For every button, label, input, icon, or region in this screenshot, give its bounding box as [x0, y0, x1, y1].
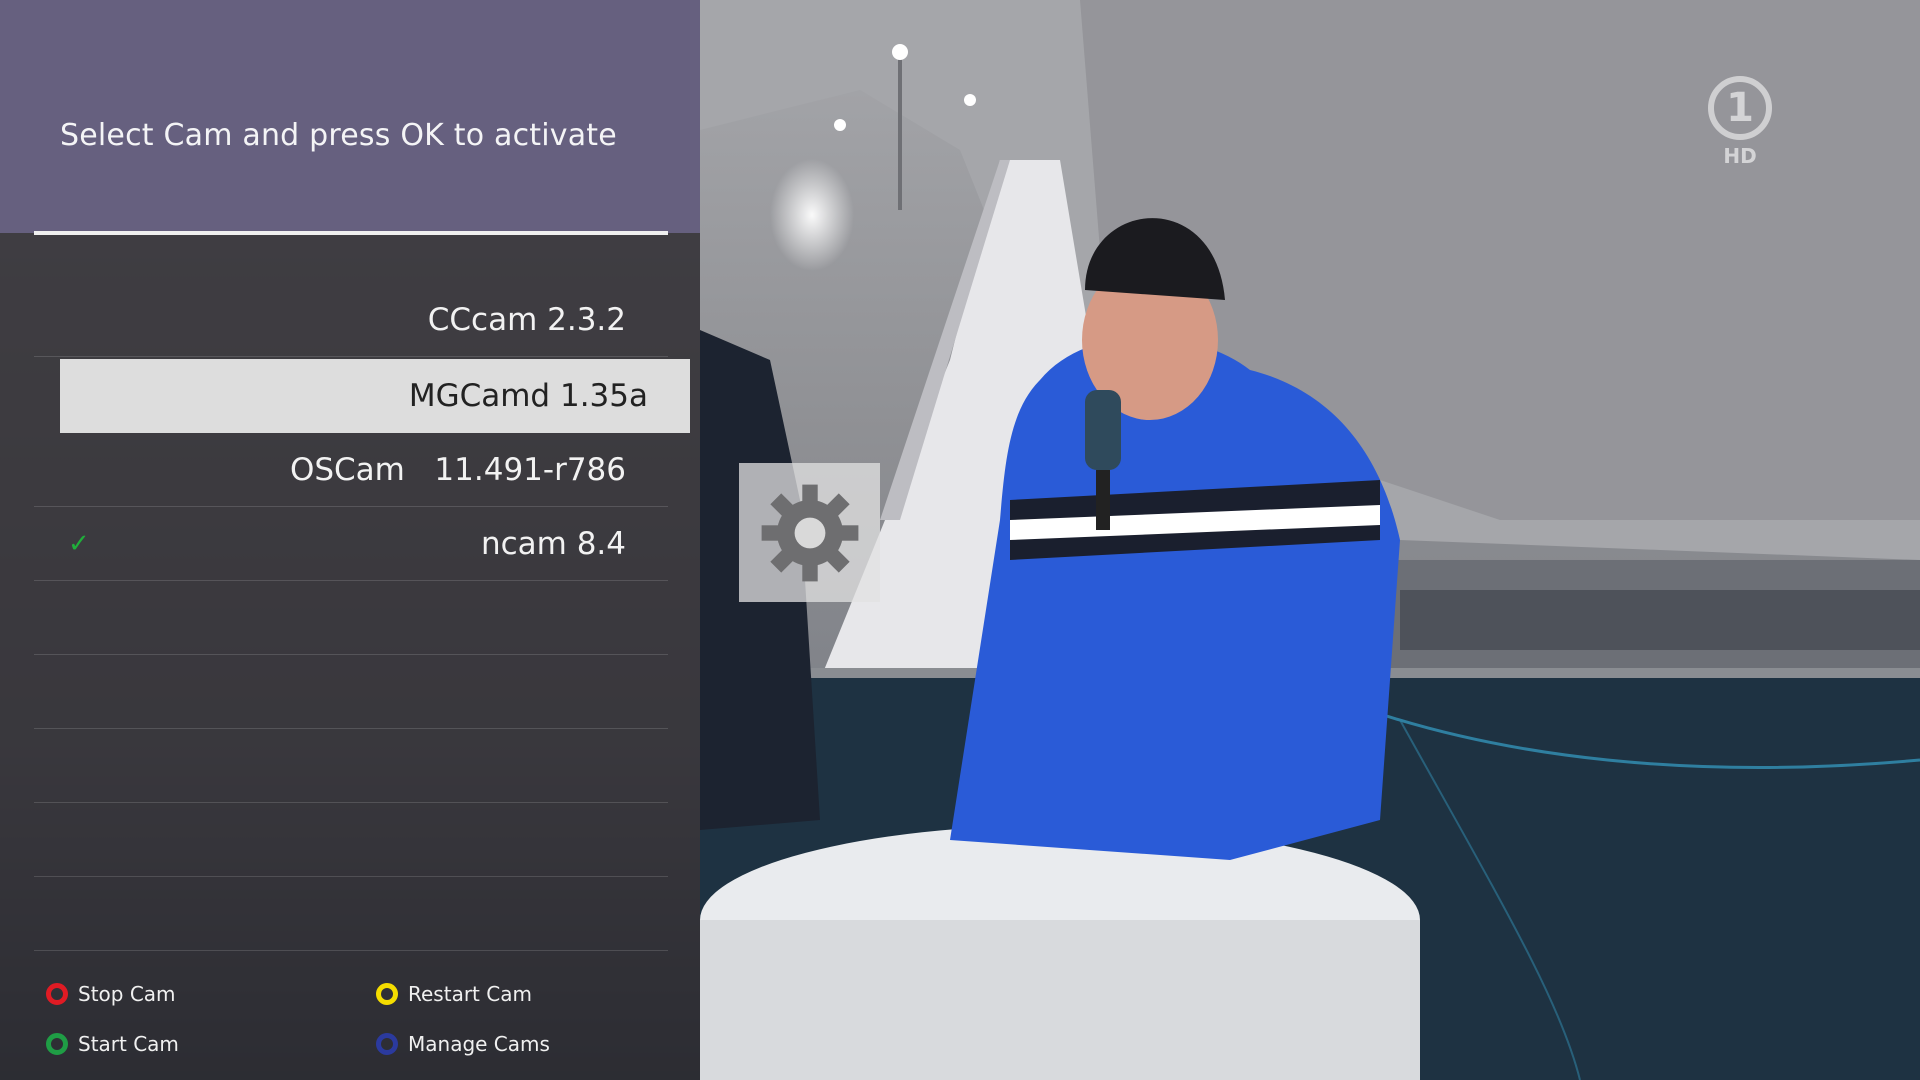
cam-list-item-selected[interactable]: MGCamd 1.35a	[60, 359, 690, 433]
cam-label: CCcam 2.3.2	[427, 302, 626, 338]
hd-badge: HD	[1723, 144, 1757, 168]
blue-button-icon	[376, 1033, 398, 1055]
green-key-start-cam[interactable]: Start Cam	[46, 1032, 179, 1056]
empty-list-row	[34, 877, 668, 951]
key-label: Stop Cam	[78, 982, 176, 1006]
cam-list-item[interactable]: CCcam 2.3.2	[34, 283, 668, 357]
cam-label: ncam 8.4	[480, 526, 626, 562]
page-title: Select Cam and press OK to activate	[60, 118, 617, 153]
yellow-key-restart-cam[interactable]: Restart Cam	[376, 982, 532, 1006]
cam-list-item[interactable]: OSCam 11.491-r786	[34, 433, 668, 507]
key-label: Manage Cams	[408, 1032, 550, 1056]
empty-list-row	[34, 655, 668, 729]
active-check-icon: ✓	[68, 529, 90, 559]
channel-logo: 1 HD	[1700, 76, 1780, 176]
cam-label: OSCam 11.491-r786	[289, 452, 626, 488]
key-label: Start Cam	[78, 1032, 179, 1056]
yellow-button-icon	[376, 983, 398, 1005]
settings-gear-icon	[739, 463, 880, 602]
cam-selection-panel: Select Cam and press OK to activate CCca…	[0, 0, 700, 1080]
empty-list-row	[34, 803, 668, 877]
blue-key-manage-cams[interactable]: Manage Cams	[376, 1032, 550, 1056]
red-key-stop-cam[interactable]: Stop Cam	[46, 982, 176, 1006]
cam-list-item-active[interactable]: ✓ ncam 8.4	[34, 507, 668, 581]
gear-icon	[761, 484, 858, 581]
cam-label: MGCamd 1.35a	[408, 378, 648, 414]
empty-list-row	[34, 581, 668, 655]
red-button-icon	[46, 983, 68, 1005]
header-divider	[34, 231, 668, 235]
channel-logo-symbol: 1	[1708, 76, 1772, 140]
key-label: Restart Cam	[408, 982, 532, 1006]
panel-header: Select Cam and press OK to activate	[0, 0, 700, 233]
empty-list-row	[34, 729, 668, 803]
green-button-icon	[46, 1033, 68, 1055]
